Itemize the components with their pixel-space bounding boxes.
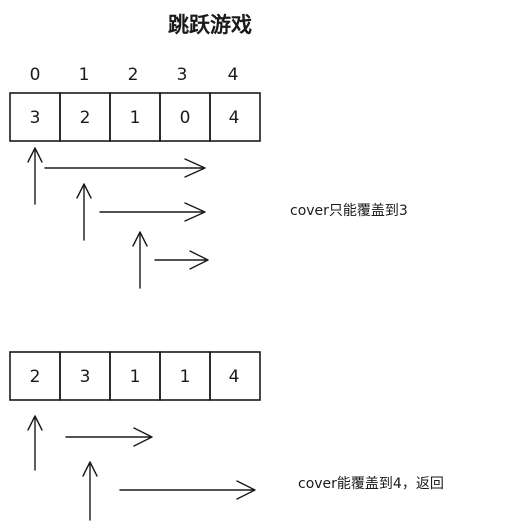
- right-arrow-icon: [154, 250, 209, 270]
- example1-note: cover只能覆盖到3: [290, 203, 408, 219]
- array-value: 3: [30, 108, 41, 128]
- index-label: 4: [228, 65, 239, 85]
- up-arrow-icon: [27, 147, 43, 205]
- up-arrow-icon: [76, 183, 92, 241]
- index-label: 0: [30, 65, 41, 85]
- index-label: 1: [79, 65, 90, 85]
- right-arrow-icon: [44, 158, 206, 178]
- example2-note: cover能覆盖到4，返回: [298, 476, 444, 492]
- array-value: 1: [130, 367, 141, 387]
- page-title: 跳跃游戏: [168, 13, 252, 37]
- array-value: 3: [80, 367, 91, 387]
- example1-arrows: [27, 147, 209, 289]
- example1-array: 3 2 1 0 4: [9, 92, 261, 142]
- right-arrow-icon: [99, 202, 206, 222]
- up-arrow-icon: [132, 231, 148, 289]
- array-value: 0: [180, 108, 191, 128]
- array-value: 2: [80, 108, 91, 128]
- array-value: 2: [30, 367, 41, 387]
- array-value: 1: [180, 367, 191, 387]
- array-value: 4: [229, 108, 240, 128]
- up-arrow-icon: [82, 461, 98, 521]
- array-value: 4: [229, 367, 240, 387]
- index-label: 3: [177, 65, 188, 85]
- array-value: 1: [130, 108, 141, 128]
- right-arrow-icon: [65, 427, 153, 447]
- right-arrow-icon: [119, 480, 256, 500]
- jump-game-diagram: 跳跃游戏 0 1 2 3 4 3 2 1 0 4 cover只能覆盖到3 2 3…: [9, 13, 444, 521]
- example2-arrows: [27, 415, 256, 521]
- example2-array: 2 3 1 1 4: [9, 351, 261, 401]
- up-arrow-icon: [27, 415, 43, 471]
- example1-index-row: 0 1 2 3 4: [30, 65, 239, 85]
- index-label: 2: [128, 65, 139, 85]
